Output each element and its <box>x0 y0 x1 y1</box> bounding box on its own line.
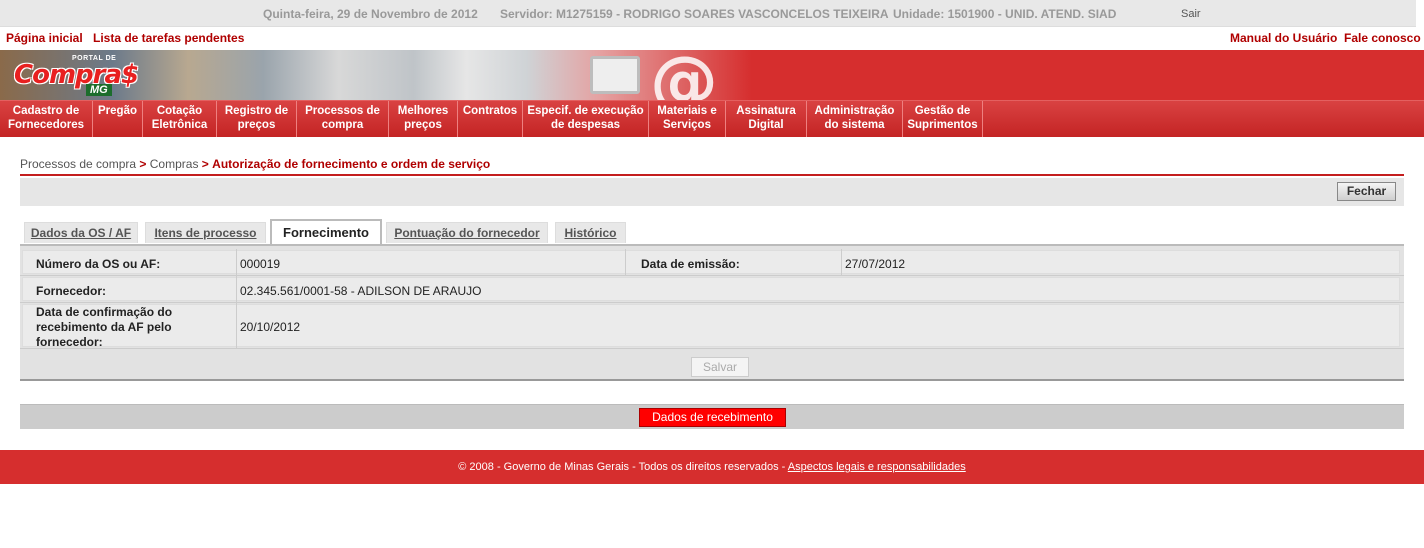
menu-cadastro-fornecedores[interactable]: Cadastro de Fornecedores <box>0 101 93 137</box>
breadcrumb-processos[interactable]: Processos de compra <box>20 157 136 171</box>
menu-assinatura-digital[interactable]: Assinatura Digital <box>726 101 807 137</box>
tab-itens-processo[interactable]: Itens de processo <box>145 222 266 243</box>
main-menu: Cadastro de Fornecedores Pregão Cotação El… <box>0 100 1424 137</box>
breadcrumb-separator: > <box>139 157 147 171</box>
unit-info: Unidade: 1501900 - UNID. ATEND. SIAD <box>893 7 1117 21</box>
contact-link[interactable]: Fale conosco <box>1344 31 1421 45</box>
logout-link[interactable]: Sair <box>1181 8 1201 20</box>
recebimento-bar: Dados de recebimento <box>20 404 1404 429</box>
close-button[interactable]: Fechar <box>1337 182 1396 201</box>
compras-mg-logo[interactable]: PORTAL DE Compra$ MG <box>14 55 144 99</box>
current-date: Quinta-feira, 29 de Novembro de 2012 <box>263 7 478 21</box>
menu-registro-precos[interactable]: Registro de preços <box>217 101 297 137</box>
confirmacao-label: Data de confirmação do recebimento da AF… <box>36 305 173 349</box>
save-button[interactable]: Salvar <box>691 357 749 377</box>
breadcrumb-compras[interactable]: Compras <box>150 157 199 171</box>
breadcrumb-current: Autorização de fornecimento e ordem de s… <box>212 157 491 171</box>
breadcrumb-separator: > <box>201 157 209 171</box>
user-manual-link[interactable]: Manual do Usuário <box>1230 31 1337 45</box>
menu-especif-execucao[interactable]: Especif. de execução de despesas <box>523 101 649 137</box>
menu-melhores-precos[interactable]: Melhores preços <box>389 101 458 137</box>
tab-historico[interactable]: Histórico <box>555 222 626 243</box>
breadcrumb: Processos de compra > Compras > Autoriza… <box>20 157 490 171</box>
legal-aspects-link[interactable]: Aspectos legais e responsabilidades <box>788 461 966 473</box>
logo-mg-text: MG <box>86 84 112 96</box>
breadcrumb-divider <box>20 174 1404 176</box>
form-row-numero: Número da OS ou AF: 000019 Data de emiss… <box>20 249 1404 276</box>
menu-processos-compra[interactable]: Processos de compra <box>297 101 389 137</box>
tab-pontuacao-fornecedor[interactable]: Pontuação do fornecedor <box>386 222 548 243</box>
menu-gestao-suprimentos[interactable]: Gestão de Suprimentos <box>903 101 983 137</box>
action-toolbar: Fechar <box>20 178 1404 206</box>
footer-copyright: © 2008 - Governo de Minas Gerais - Todos… <box>458 461 788 473</box>
pending-tasks-link[interactable]: Lista de tarefas pendentes <box>93 31 244 45</box>
server-info: Servidor: M1275159 - RODRIGO SOARES VASC… <box>500 7 889 21</box>
monitor-graphic <box>590 56 640 94</box>
menu-pregao[interactable]: Pregão <box>93 101 143 137</box>
header-banner: @ PORTAL DE Compra$ MG <box>0 42 1424 121</box>
menu-cotacao-eletronica[interactable]: Cotação Eletrônica <box>143 101 217 137</box>
page-footer: © 2008 - Governo de Minas Gerais - Todos… <box>0 450 1424 484</box>
confirmacao-value: 20/10/2012 <box>240 320 301 334</box>
fornecimento-form: Número da OS ou AF: 000019 Data de emiss… <box>20 244 1404 381</box>
home-link[interactable]: Página inicial <box>6 31 83 45</box>
menu-materiais-servicos[interactable]: Materiais e Serviços <box>649 101 726 137</box>
form-row-fornecedor: Fornecedor: 02.345.561/0001-58 - ADILSON… <box>20 276 1404 303</box>
dados-recebimento-button[interactable]: Dados de recebimento <box>639 408 786 427</box>
logo-compras-text: Compra$ <box>14 60 139 90</box>
top-info-bar: Quinta-feira, 29 de Novembro de 2012 Ser… <box>0 0 1416 27</box>
form-row-confirmacao: Data de confirmação do recebimento da AF… <box>20 303 1404 349</box>
tab-fornecimento[interactable]: Fornecimento <box>270 219 382 245</box>
tab-dados-os-af[interactable]: Dados da OS / AF <box>24 222 138 243</box>
menu-contratos[interactable]: Contratos <box>458 101 523 137</box>
menu-administracao[interactable]: Administração do sistema <box>807 101 903 137</box>
